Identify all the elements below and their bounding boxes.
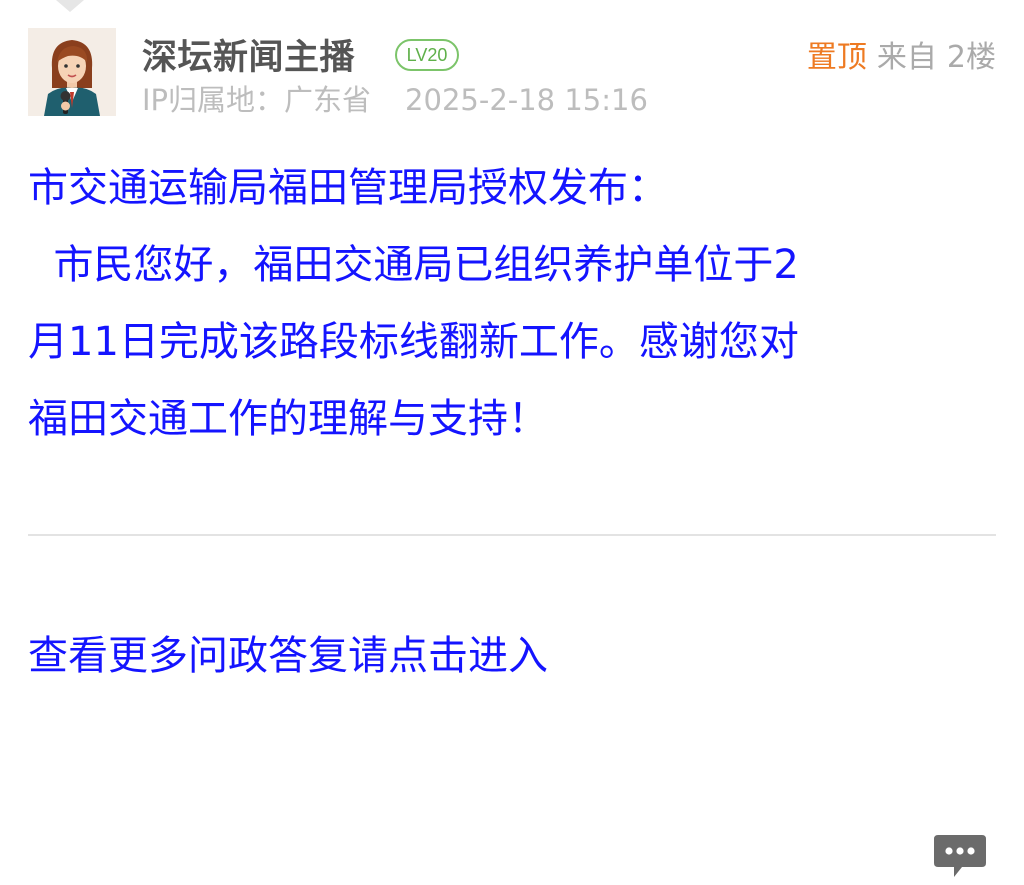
post-header: 深坛新闻主播 LV20 IP归属地：广东省 2025-2-18 15:16 置顶来… <box>28 28 996 118</box>
post-line: 月11日完成该路段标线翻新工作。感谢您对 <box>28 319 799 365</box>
post-line: 市交通运输局福田管理局授权发布： <box>28 165 668 211</box>
post-right-meta: 置顶 来自 2楼 <box>807 38 996 78</box>
comment-bubble-icon <box>934 835 986 877</box>
ip-location: IP归属地：广东省 <box>142 83 372 117</box>
comment-button[interactable] <box>932 833 988 881</box>
content-divider <box>28 534 996 536</box>
post-line: 市民您好，福田交通局已组织养护单位于2 <box>28 242 799 288</box>
post-meta: IP归属地：广东省 2025-2-18 15:16 <box>142 83 648 117</box>
news-anchor-avatar-icon <box>28 28 116 116</box>
post-content: 市交通运输局福田管理局授权发布： 市民您好，福田交通局已组织养护单位于2 月11… <box>28 150 988 458</box>
more-replies-link[interactable]: 查看更多问政答复请点击进入 <box>28 628 548 684</box>
post-timestamp: 2025-2-18 15:16 <box>405 83 648 117</box>
post-line: 福田交通工作的理解与支持！ <box>28 396 548 442</box>
username[interactable]: 深坛新闻主播 <box>142 38 355 78</box>
floor-number: 2楼 <box>946 40 996 75</box>
post-page: 深坛新闻主播 LV20 IP归属地：广东省 2025-2-18 15:16 置顶来… <box>0 0 1024 885</box>
top-notch-indicator <box>56 0 84 12</box>
avatar[interactable] <box>28 28 116 116</box>
pinned-label: 置顶 <box>806 40 867 75</box>
level-badge: LV20 <box>395 39 459 71</box>
from-label: 来自 <box>876 40 937 75</box>
